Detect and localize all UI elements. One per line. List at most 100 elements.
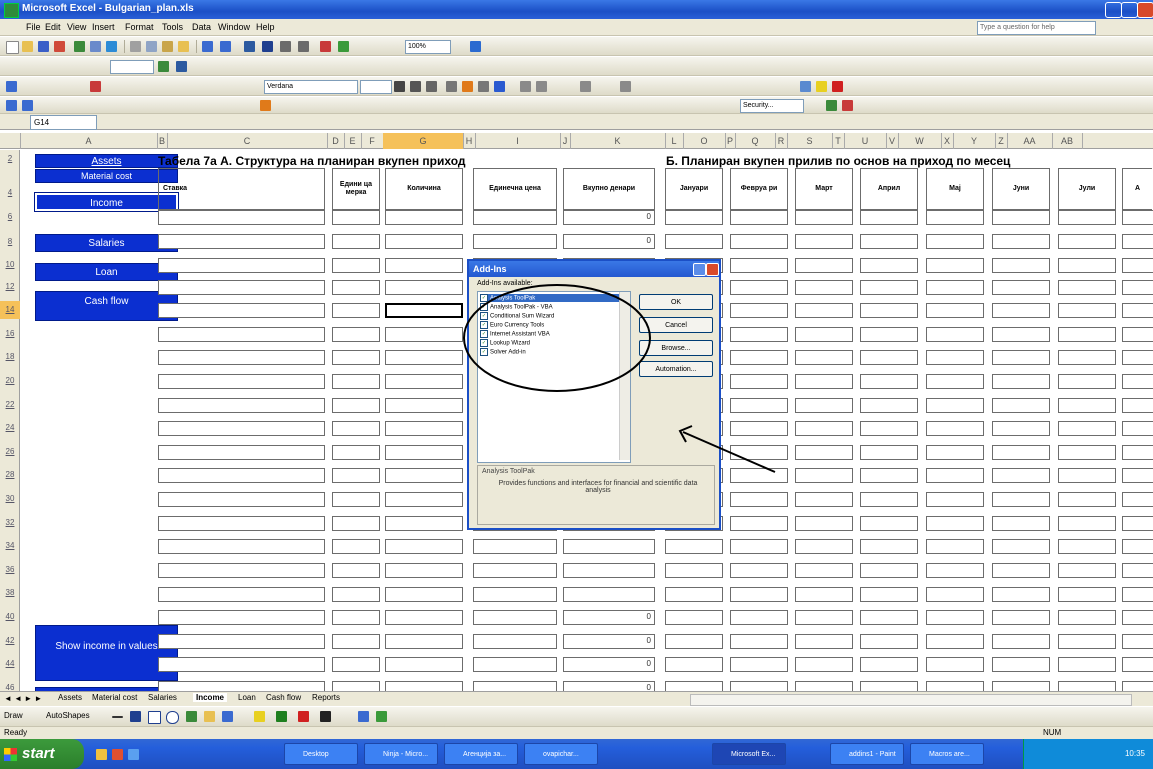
input-cell[interactable]	[158, 210, 325, 225]
input-cell[interactable]	[860, 280, 918, 295]
security-button[interactable]: Security...	[740, 99, 804, 113]
input-cell[interactable]	[385, 234, 463, 249]
column-header[interactable]: AA	[1007, 133, 1053, 149]
input-cell[interactable]	[1058, 303, 1116, 318]
orange-tool-icon[interactable]	[260, 100, 271, 111]
menu-tools[interactable]: Tools	[162, 22, 183, 32]
input-cell[interactable]	[992, 445, 1050, 460]
input-cell[interactable]	[795, 327, 853, 342]
print-preview-icon[interactable]	[90, 41, 101, 52]
add-in-item[interactable]: ✓ Lookup Wizard	[480, 339, 530, 347]
input-cell[interactable]	[1058, 468, 1116, 483]
input-cell[interactable]	[860, 234, 918, 249]
input-cell[interactable]	[860, 327, 918, 342]
input-cell[interactable]	[158, 492, 325, 507]
input-cell[interactable]	[1122, 539, 1153, 554]
input-cell[interactable]	[563, 539, 655, 554]
dialog-close-icon[interactable]	[706, 263, 719, 276]
font-name-select[interactable]: Verdana	[264, 80, 358, 94]
input-cell[interactable]	[860, 610, 918, 625]
menu-file[interactable]: File	[26, 22, 41, 32]
column-header[interactable]: U	[844, 133, 887, 149]
input-cell[interactable]	[926, 657, 984, 672]
input-cell[interactable]	[1122, 634, 1153, 649]
input-cell[interactable]	[992, 258, 1050, 273]
input-cell[interactable]	[1122, 280, 1153, 295]
wordart-icon[interactable]	[204, 711, 215, 722]
input-cell[interactable]	[665, 539, 723, 554]
automation-button[interactable]: Automation...	[639, 361, 713, 377]
forward-icon[interactable]	[22, 100, 33, 111]
input-cell[interactable]	[730, 587, 788, 602]
quicklaunch-icon[interactable]	[112, 749, 123, 760]
checkbox-icon[interactable]: ✓	[480, 330, 488, 338]
reviewing-icon[interactable]	[6, 81, 17, 92]
paste-icon[interactable]	[162, 41, 173, 52]
input-cell[interactable]	[860, 516, 918, 531]
tab-salaries[interactable]: Salaries	[148, 693, 177, 702]
help-icon[interactable]	[470, 41, 481, 52]
autosum-icon[interactable]	[262, 41, 273, 52]
input-cell[interactable]	[473, 234, 557, 249]
row-header[interactable]: 30	[0, 490, 20, 508]
oval-icon[interactable]	[166, 711, 179, 724]
input-cell[interactable]	[332, 327, 380, 342]
input-cell[interactable]	[385, 445, 463, 460]
input-cell[interactable]	[730, 657, 788, 672]
input-cell[interactable]	[1122, 563, 1153, 578]
line-style-icon[interactable]	[320, 711, 331, 722]
input-cell[interactable]	[795, 468, 853, 483]
decrease-indent-icon[interactable]	[580, 81, 591, 92]
input-cell[interactable]	[563, 563, 655, 578]
input-cell[interactable]	[158, 610, 325, 625]
input-cell[interactable]	[1122, 327, 1153, 342]
input-cell[interactable]	[1058, 421, 1116, 436]
undo-icon[interactable]	[202, 41, 213, 52]
row-header[interactable]: 18	[0, 348, 20, 366]
input-cell[interactable]	[860, 303, 918, 318]
row-header[interactable]: 10	[0, 256, 20, 274]
row-header[interactable]: 36	[0, 561, 20, 579]
hyperlink-icon[interactable]	[244, 41, 255, 52]
checkbox-icon[interactable]: ✓	[480, 339, 488, 347]
tab-material-cost[interactable]: Material cost	[92, 693, 137, 702]
input-cell[interactable]	[992, 587, 1050, 602]
input-cell[interactable]	[332, 374, 380, 389]
input-cell[interactable]	[1122, 492, 1153, 507]
input-cell[interactable]	[1058, 681, 1116, 691]
macro-icon[interactable]	[826, 100, 837, 111]
input-cell[interactable]	[665, 234, 723, 249]
input-cell[interactable]	[795, 563, 853, 578]
add-in-item[interactable]: ✓ Analysis ToolPak	[480, 294, 624, 302]
input-cell[interactable]	[385, 468, 463, 483]
input-cell[interactable]	[926, 492, 984, 507]
input-cell[interactable]	[1058, 587, 1116, 602]
fill-color-icon[interactable]	[816, 81, 827, 92]
add-in-item[interactable]: ✓ Conditional Sum Wizard	[480, 312, 554, 320]
input-cell[interactable]	[1058, 634, 1116, 649]
input-cell[interactable]	[795, 350, 853, 365]
input-cell[interactable]	[860, 445, 918, 460]
input-cell[interactable]	[332, 587, 380, 602]
taskbar-item[interactable]: Microsoft Ex...	[712, 743, 786, 765]
input-cell[interactable]	[992, 350, 1050, 365]
input-cell[interactable]	[1122, 681, 1153, 691]
input-cell[interactable]	[926, 516, 984, 531]
input-cell[interactable]	[1058, 657, 1116, 672]
input-cell[interactable]	[158, 587, 325, 602]
chart-wizard-icon[interactable]	[320, 41, 331, 52]
input-cell[interactable]	[926, 610, 984, 625]
input-cell[interactable]	[992, 303, 1050, 318]
align-center-icon[interactable]	[462, 81, 473, 92]
input-cell[interactable]	[1122, 350, 1153, 365]
input-cell[interactable]	[473, 610, 557, 625]
input-cell[interactable]	[665, 634, 723, 649]
input-cell[interactable]	[730, 445, 788, 460]
input-cell[interactable]	[473, 681, 557, 691]
input-cell[interactable]	[332, 539, 380, 554]
increase-indent-icon[interactable]	[620, 81, 631, 92]
input-cell[interactable]	[860, 374, 918, 389]
menu-insert[interactable]: Insert	[92, 22, 115, 32]
input-cell[interactable]	[795, 610, 853, 625]
input-cell[interactable]	[795, 303, 853, 318]
